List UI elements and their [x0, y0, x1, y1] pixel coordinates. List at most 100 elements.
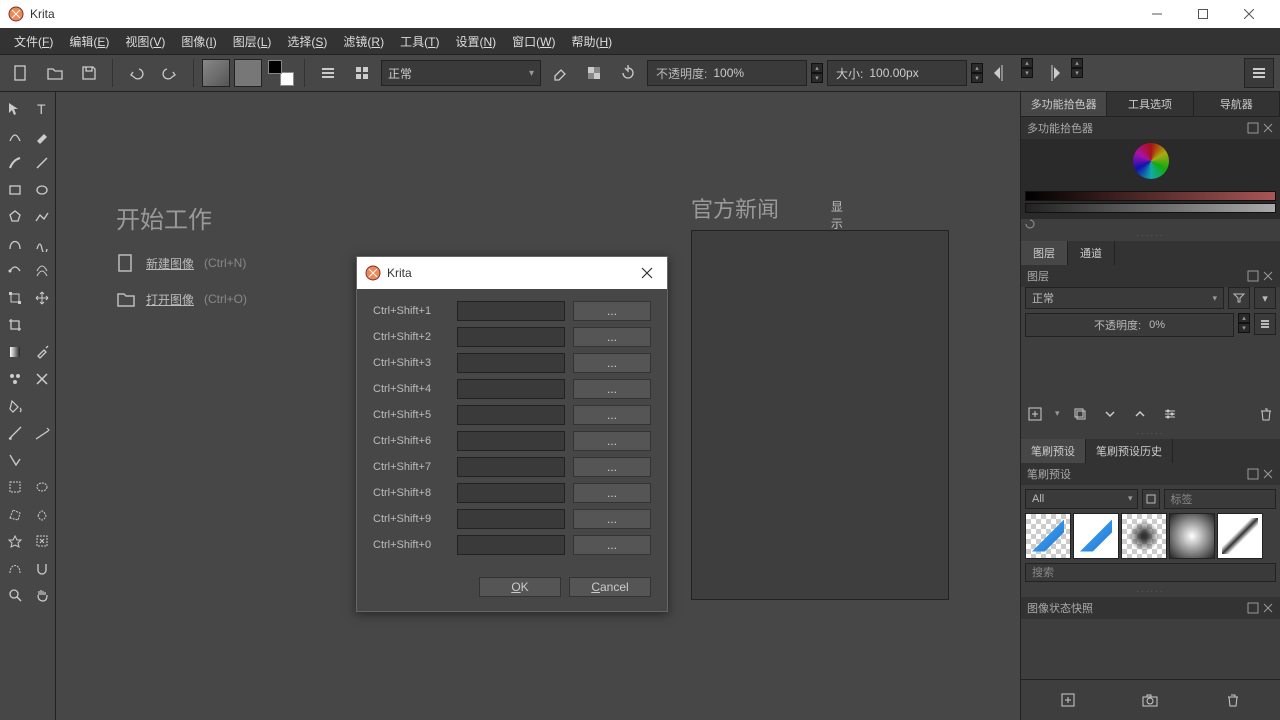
- reload-preset-button[interactable]: [613, 58, 643, 88]
- brush-tool[interactable]: [2, 150, 27, 175]
- browse-button[interactable]: ...: [573, 301, 651, 321]
- brush-preset-thumb[interactable]: [1025, 513, 1071, 559]
- calligraphy-tool[interactable]: [29, 123, 54, 148]
- duplicate-layer-button[interactable]: [1070, 404, 1090, 424]
- workspace-input[interactable]: [457, 327, 565, 347]
- gradient-swatch[interactable]: [202, 59, 230, 87]
- dynamic-brush-tool[interactable]: [2, 258, 27, 283]
- ellipse-tool[interactable]: [29, 177, 54, 202]
- brush-filter-select[interactable]: All: [1025, 489, 1138, 509]
- cancel-button[interactable]: Cancel: [569, 577, 651, 597]
- magnetic-select-tool[interactable]: [29, 555, 54, 580]
- move-up-button[interactable]: [1130, 404, 1150, 424]
- menu-help[interactable]: 帮助(H): [563, 29, 620, 54]
- ok-button[interactable]: OK: [479, 577, 561, 597]
- compositing-mode-select[interactable]: 正常: [381, 60, 541, 86]
- workspace-input[interactable]: [457, 535, 565, 555]
- workspace-input[interactable]: [457, 301, 565, 321]
- brush-tag-input[interactable]: 标签: [1164, 489, 1277, 509]
- browse-button[interactable]: ...: [573, 405, 651, 425]
- line-tool[interactable]: [29, 150, 54, 175]
- panel-divider[interactable]: ······: [1021, 230, 1280, 241]
- ellipse-select-tool[interactable]: [29, 474, 54, 499]
- menu-window[interactable]: 窗口(W): [504, 29, 563, 54]
- layer-blend-mode-select[interactable]: 正常: [1025, 287, 1224, 309]
- tab-channels[interactable]: 通道: [1068, 241, 1115, 265]
- workspace-input[interactable]: [457, 431, 565, 451]
- browse-button[interactable]: ...: [573, 327, 651, 347]
- redo-button[interactable]: [155, 58, 185, 88]
- color-picker-tool[interactable]: [29, 339, 54, 364]
- maximize-button[interactable]: [1180, 0, 1226, 28]
- add-layer-button[interactable]: [1025, 404, 1045, 424]
- delete-layer-button[interactable]: [1256, 404, 1276, 424]
- gradient-tool[interactable]: [2, 339, 27, 364]
- text-tool[interactable]: T: [29, 96, 54, 121]
- layer-opacity-input[interactable]: 不透明度: 0%: [1025, 313, 1234, 337]
- color-wheel[interactable]: [1021, 139, 1280, 219]
- opacity-spinner[interactable]: ▴▾: [811, 63, 823, 83]
- workspace-input[interactable]: [457, 353, 565, 373]
- pattern-tool[interactable]: [2, 366, 27, 391]
- float-icon[interactable]: [1247, 468, 1259, 480]
- zoom-tool[interactable]: [2, 582, 27, 607]
- brush-preset-thumb[interactable]: [1217, 513, 1263, 559]
- float-icon[interactable]: [1247, 122, 1259, 134]
- move-tool[interactable]: [2, 96, 27, 121]
- close-panel-icon[interactable]: [1262, 468, 1274, 480]
- pan-tool[interactable]: [29, 582, 54, 607]
- crop-tool[interactable]: [2, 312, 27, 337]
- layer-opacity-spinner[interactable]: ▴▾: [1238, 313, 1250, 337]
- color-strip-2[interactable]: [1025, 203, 1276, 213]
- delete-snapshot-button[interactable]: [1219, 686, 1247, 714]
- brush-preset-thumb[interactable]: [1073, 513, 1119, 559]
- undo-button[interactable]: [121, 58, 151, 88]
- size-spinner[interactable]: ▴▾: [971, 63, 983, 83]
- polyline-tool[interactable]: [29, 204, 54, 229]
- transform-tool[interactable]: [2, 285, 27, 310]
- mirror-h-spinner[interactable]: ▴▾: [1021, 58, 1033, 88]
- browse-button[interactable]: ...: [573, 535, 651, 555]
- brush-view-toggle[interactable]: [1142, 489, 1160, 509]
- close-button[interactable]: [1226, 0, 1272, 28]
- brush-preset-thumb[interactable]: [1121, 513, 1167, 559]
- bezier-select-tool[interactable]: [2, 555, 27, 580]
- menu-select[interactable]: 选择(S): [279, 29, 335, 54]
- mirror-horizontal-button[interactable]: [987, 58, 1017, 88]
- freehand-select-tool[interactable]: [29, 501, 54, 526]
- add-snapshot-button[interactable]: [1054, 686, 1082, 714]
- bezier-tool[interactable]: [2, 231, 27, 256]
- workspace-input[interactable]: [457, 379, 565, 399]
- size-input[interactable]: 大小: 100.00px: [827, 60, 967, 86]
- menu-edit[interactable]: 编辑(E): [61, 29, 117, 54]
- dialog-close-button[interactable]: [635, 261, 659, 285]
- move-down-button[interactable]: [1100, 404, 1120, 424]
- menu-image[interactable]: 图像(I): [173, 29, 224, 54]
- panel-divider[interactable]: ······: [1021, 586, 1280, 597]
- tab-color-picker[interactable]: 多功能拾色器: [1021, 92, 1107, 116]
- close-panel-icon[interactable]: [1262, 602, 1274, 614]
- rect-select-tool[interactable]: [2, 474, 27, 499]
- brush-settings-button[interactable]: [313, 58, 343, 88]
- browse-button[interactable]: ...: [573, 431, 651, 451]
- assistant-tool[interactable]: [2, 420, 27, 445]
- brush-preset-thumb[interactable]: [1169, 513, 1215, 559]
- panel-divider[interactable]: ······: [1021, 428, 1280, 439]
- color-strip-1[interactable]: [1025, 191, 1276, 201]
- tab-brush-history[interactable]: 笔刷预设历史: [1086, 439, 1173, 463]
- tab-layers[interactable]: 图层: [1021, 241, 1068, 265]
- workspace-input[interactable]: [457, 457, 565, 477]
- workspace-input[interactable]: [457, 405, 565, 425]
- fill-tool[interactable]: [2, 393, 27, 418]
- alpha-lock-button[interactable]: [579, 58, 609, 88]
- menu-file[interactable]: 文件(F): [6, 29, 61, 54]
- layer-filter-dropdown[interactable]: ▾: [1254, 287, 1276, 309]
- menu-filter[interactable]: 滤镜(R): [335, 29, 392, 54]
- start-new-image[interactable]: 新建图像 (Ctrl+N): [116, 253, 247, 273]
- close-panel-icon[interactable]: [1262, 122, 1274, 134]
- layer-properties-button[interactable]: [1160, 404, 1180, 424]
- open-file-button[interactable]: [40, 58, 70, 88]
- browse-button[interactable]: ...: [573, 353, 651, 373]
- workspace-input[interactable]: [457, 483, 565, 503]
- camera-snapshot-button[interactable]: [1136, 686, 1164, 714]
